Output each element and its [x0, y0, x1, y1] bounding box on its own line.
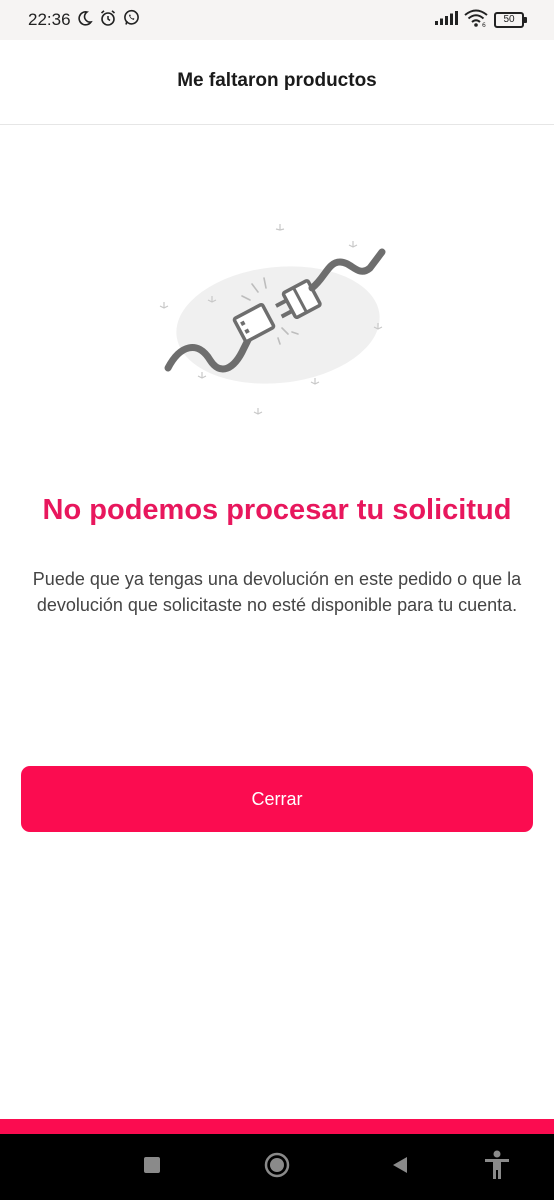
- back-triangle-icon: [391, 1156, 409, 1179]
- status-time: 22:36: [28, 10, 71, 29]
- page-title: Me faltaron productos: [177, 70, 377, 91]
- screen: 22:36 6 50 Me faltaron productos No pode…: [0, 0, 554, 1200]
- disconnected-plug-illustration: [150, 210, 400, 430]
- recents-button[interactable]: [132, 1134, 172, 1200]
- accessibility-button[interactable]: [477, 1134, 517, 1200]
- home-button[interactable]: [257, 1134, 297, 1200]
- recents-square-icon: [144, 1156, 160, 1178]
- error-title: No podemos procesar tu solicitud: [42, 494, 512, 526]
- status-right: 6 50: [434, 0, 527, 40]
- signal-icon: [434, 10, 458, 31]
- accessibility-icon: [483, 1150, 511, 1185]
- home-circle-icon: [264, 1152, 290, 1183]
- moon-icon: [77, 10, 93, 31]
- status-bar: 22:36 6 50: [0, 0, 554, 40]
- battery-icon: 50: [494, 12, 527, 28]
- system-nav-bar: [0, 1134, 554, 1200]
- back-button[interactable]: [380, 1134, 420, 1200]
- bottom-accent-bar: [0, 1119, 554, 1134]
- alarm-icon: [99, 9, 117, 32]
- error-message: Puede que ya tengas una devolución en es…: [32, 569, 522, 615]
- status-left: 22:36: [28, 0, 140, 40]
- battery-level: 50: [503, 14, 515, 25]
- svg-text:6: 6: [482, 22, 486, 27]
- wifi-icon: 6: [464, 9, 488, 32]
- close-button[interactable]: Cerrar: [21, 766, 533, 832]
- app-header: Me faltaron productos: [0, 40, 554, 125]
- whatsapp-icon: [123, 9, 140, 31]
